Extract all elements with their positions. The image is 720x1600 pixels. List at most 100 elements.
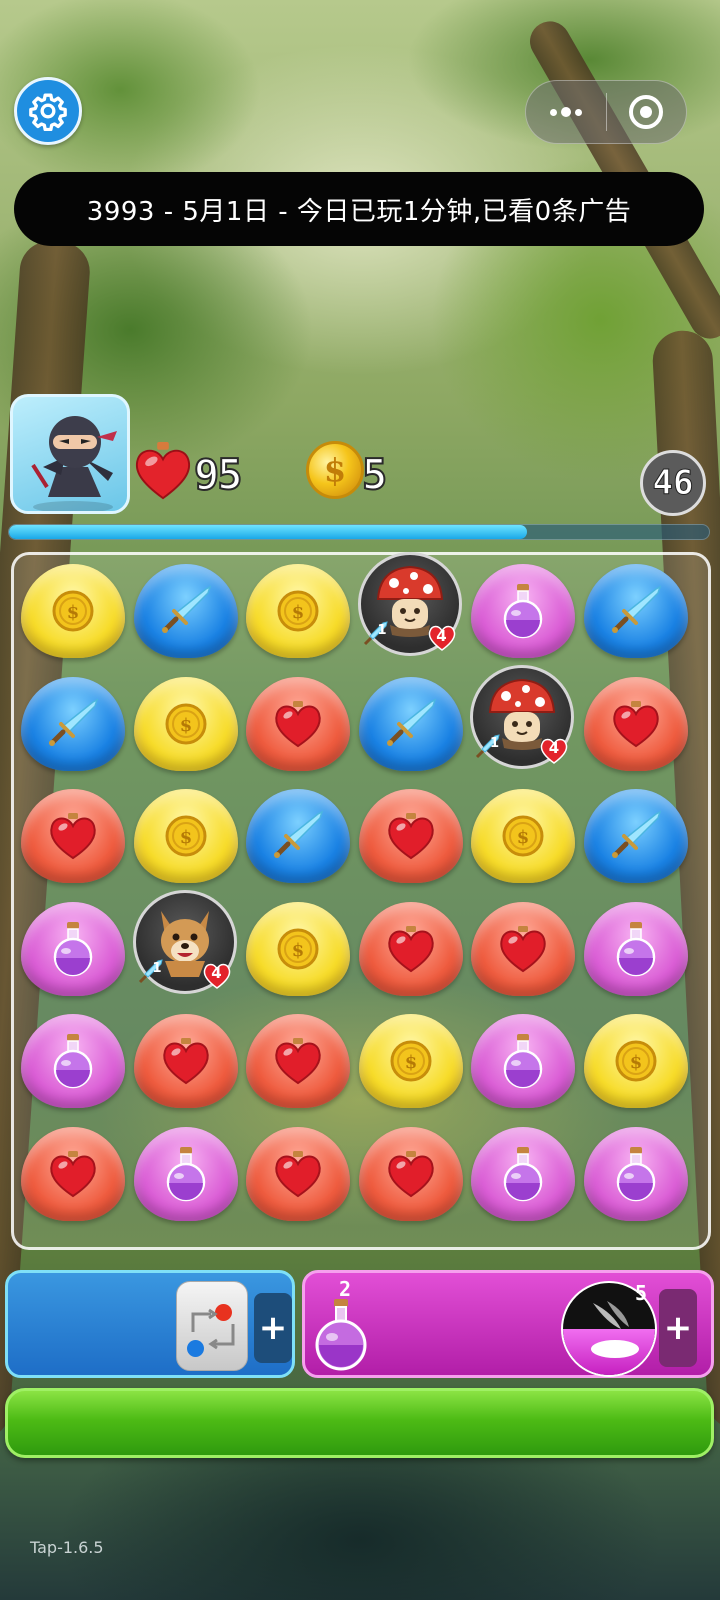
potion-gem-icon <box>616 1146 655 1201</box>
heart-gem-icon <box>162 1038 209 1085</box>
board-cell-coin[interactable]: $ <box>133 789 238 883</box>
enemy-attack-value: 1 <box>377 623 387 638</box>
board-cell-heart[interactable] <box>246 1014 350 1108</box>
add-shuffle-button[interactable]: + <box>254 1293 292 1363</box>
player-avatar[interactable] <box>10 394 130 514</box>
heart-gem-icon <box>612 700 659 747</box>
board-cell-potion[interactable] <box>21 1014 125 1108</box>
enemy-mushroom-token[interactable]: 1 4 <box>470 664 574 769</box>
swap-arrows-icon <box>191 1308 235 1350</box>
coin-gem-icon: $ <box>390 1040 431 1082</box>
board-cell-potion[interactable] <box>471 1014 575 1108</box>
board-cell-enemy-wolf[interactable]: 1 4 <box>132 889 238 996</box>
board-cell-coin[interactable]: $ <box>21 564 125 658</box>
heart-gem-icon <box>387 813 434 860</box>
settings-button[interactable] <box>14 77 82 145</box>
board-cell-heart[interactable] <box>133 1014 238 1108</box>
gear-icon <box>29 93 67 131</box>
enemy-attack-value: 1 <box>152 960 162 976</box>
board-cell-potion[interactable] <box>471 564 575 658</box>
enemy-hp-badge: 4 <box>539 736 569 764</box>
board-cell-heart[interactable] <box>471 901 575 996</box>
ninja-icon <box>31 416 117 511</box>
status-text: 3993 - 5月1日 - 今日已玩1分钟,已看0条广告 <box>86 196 632 227</box>
coin-gem-icon: $ <box>165 815 206 857</box>
board-cell-sword[interactable] <box>358 676 463 771</box>
board-cell-coin[interactable]: $ <box>133 676 238 771</box>
board-cell-potion[interactable] <box>133 1126 238 1221</box>
board-cell-potion[interactable] <box>21 901 125 996</box>
item-panel: 2 5 + <box>302 1270 714 1378</box>
svg-text:$: $ <box>179 715 192 736</box>
add-item-button[interactable]: + <box>659 1289 697 1367</box>
shuffle-panel: + <box>5 1270 295 1378</box>
heart-gem-icon <box>50 813 96 860</box>
board-cell-coin[interactable]: $ <box>246 901 350 996</box>
board-cell-heart[interactable] <box>21 789 125 883</box>
board-cell-sword[interactable] <box>583 789 688 883</box>
board-cell-heart[interactable] <box>358 1126 463 1221</box>
board-cell-potion[interactable] <box>471 1126 575 1221</box>
miniprogram-capsule <box>525 80 687 144</box>
board-cell-heart[interactable] <box>246 676 350 771</box>
heart-gem-icon <box>50 1150 96 1197</box>
board-cell-sword[interactable] <box>583 564 688 658</box>
svg-text:$: $ <box>517 827 530 848</box>
plus-label: + <box>258 1308 288 1348</box>
board-cell-sword[interactable] <box>246 789 350 883</box>
board-cell-sword[interactable] <box>133 564 238 658</box>
coin-gem-icon: $ <box>277 928 319 969</box>
skill-count: 5 <box>635 1281 648 1305</box>
board-cell-heart[interactable] <box>246 1126 350 1221</box>
enemy-attack-badge: 1 <box>361 619 391 649</box>
enemy-mushroom-token[interactable]: 1 4 <box>357 552 462 656</box>
svg-text:$: $ <box>292 602 305 623</box>
coin-gem-icon: $ <box>615 1040 656 1082</box>
shuffle-dice-button[interactable] <box>176 1281 248 1371</box>
board-cell-coin[interactable]: $ <box>246 564 350 658</box>
enemy-hp-value: 4 <box>548 739 560 757</box>
moves-left-badge: 46 <box>640 450 706 516</box>
match-board: $ $ 1 4 $ 1 4 $ $ 1 4 $ $ $ <box>11 552 711 1250</box>
board-cell-heart[interactable] <box>583 676 688 771</box>
action-button[interactable] <box>5 1388 714 1458</box>
heart-gem-icon <box>387 925 434 972</box>
potion-gem-icon <box>503 1146 543 1201</box>
heart-gem-icon <box>275 1038 321 1085</box>
board-cell-coin[interactable]: $ <box>471 789 575 883</box>
coin-gem-icon: $ <box>277 590 319 632</box>
level-progress-fill <box>9 525 527 539</box>
board-cell-heart[interactable] <box>358 901 463 996</box>
sword-gem-icon <box>161 585 211 633</box>
sword-gem-icon <box>49 698 99 746</box>
heart-gem-icon <box>275 700 321 747</box>
enemy-wolf-token[interactable]: 1 4 <box>132 889 237 994</box>
potion-gem-icon <box>166 1146 205 1201</box>
enemy-attack-value: 1 <box>490 735 500 751</box>
moves-left-value: 46 <box>652 463 694 504</box>
board-cell-enemy-mushroom[interactable]: 1 4 <box>470 664 575 771</box>
enemy-hp-badge: 4 <box>202 961 232 989</box>
close-miniprogram-button[interactable] <box>607 81 687 143</box>
board-cell-enemy-mushroom[interactable]: 1 4 <box>357 552 463 658</box>
version-label: Tap-1.6.5 <box>30 1538 104 1557</box>
potion-gem-icon <box>53 1034 93 1089</box>
sword-gem-icon <box>386 698 436 746</box>
enemy-attack-badge: 1 <box>473 732 503 762</box>
svg-text:$: $ <box>292 940 305 961</box>
svg-text:$: $ <box>629 1052 642 1073</box>
board-cell-heart[interactable] <box>21 1126 125 1221</box>
board-cell-potion[interactable] <box>583 901 688 996</box>
board-cell-sword[interactable] <box>21 676 125 771</box>
board-cell-coin[interactable]: $ <box>583 1014 688 1108</box>
enemy-hp-badge: 4 <box>427 623 457 651</box>
board-cell-heart[interactable] <box>358 789 463 883</box>
more-menu-button[interactable] <box>526 81 606 143</box>
status-banner: 3993 - 5月1日 - 今日已玩1分钟,已看0条广告 <box>14 172 704 246</box>
board-cell-coin[interactable]: $ <box>358 1014 463 1108</box>
potion-gem-icon <box>616 921 655 976</box>
coin-icon: $ <box>306 441 364 499</box>
potion-item-button[interactable] <box>310 1295 372 1373</box>
board-cell-potion[interactable] <box>583 1126 688 1221</box>
svg-text:$: $ <box>404 1052 417 1073</box>
